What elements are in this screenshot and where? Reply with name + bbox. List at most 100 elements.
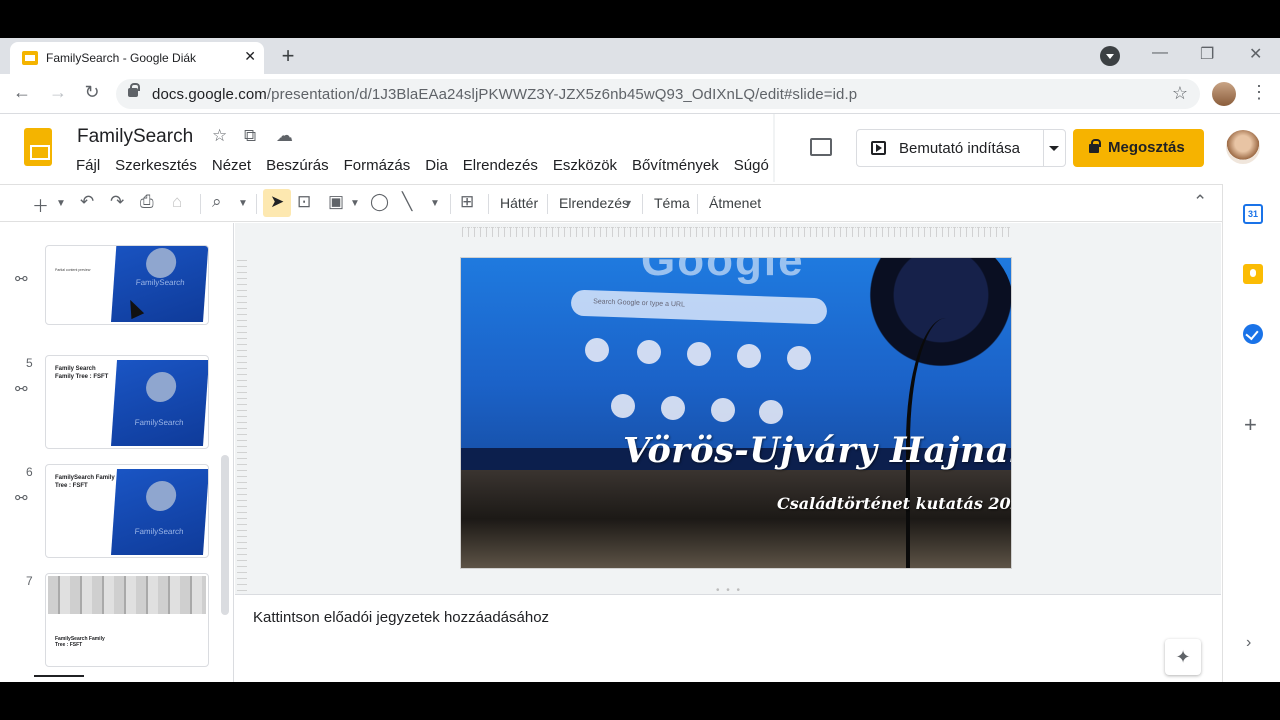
shortcut-icon <box>711 398 735 422</box>
slide-thumbnail-7[interactable]: FamilySearch Family Tree : FSFT <box>45 573 209 667</box>
slide-thumbnail-4[interactable]: Partial content preview FamilySearch <box>45 245 209 325</box>
menu-tools[interactable]: Eszközök <box>553 157 624 174</box>
slides-header: FamilySearch ☆ ⧉ ☁ Fájl Szerkesztés Néze… <box>0 114 1280 184</box>
menu-bar: Fájl Szerkesztés Nézet Beszúrás Formázás… <box>76 157 784 174</box>
slides-logo-icon[interactable] <box>24 128 52 166</box>
line-icon[interactable]: ╲ <box>402 192 412 212</box>
menu-edit[interactable]: Szerkesztés <box>115 157 204 174</box>
image-chevron-icon[interactable]: ▼ <box>350 198 360 209</box>
add-addon-icon[interactable]: + <box>1244 412 1257 438</box>
toolbar-divider <box>697 194 698 214</box>
keep-icon[interactable] <box>1243 264 1263 284</box>
tab-search-icon[interactable] <box>1100 46 1120 66</box>
editing-toolbar: ＋ ▼ ↶ ↷ ⎙ ⌂ ⌕ ▼ ➤ ⊡ ▣ ▼ ◯ ╲ ▼ ⊞ Háttér E… <box>0 184 1222 222</box>
star-icon[interactable]: ☆ <box>212 126 227 146</box>
shortcut-icon <box>759 400 783 424</box>
zoom-chevron-icon[interactable]: ▼ <box>238 198 248 209</box>
redo-icon[interactable]: ↷ <box>110 192 124 212</box>
slide-thumbnail-5[interactable]: Family Search Family Tree : FSFT FamilyS… <box>45 355 209 449</box>
present-options-chevron-icon[interactable] <box>1049 146 1059 151</box>
text-box-icon[interactable]: ⊡ <box>297 192 311 212</box>
layout-button[interactable]: Elrendezés <box>559 195 629 211</box>
back-icon[interactable]: ← <box>10 82 34 103</box>
profile-avatar[interactable] <box>1212 82 1236 106</box>
background-button[interactable]: Háttér <box>500 195 538 211</box>
toolbar-divider <box>642 194 643 214</box>
link-icon: ⚯ <box>15 271 28 288</box>
new-slide-icon[interactable]: ＋ <box>32 192 49 217</box>
tasks-icon[interactable] <box>1243 324 1263 344</box>
bookmark-star-icon[interactable]: ☆ <box>1172 83 1188 104</box>
add-comment-icon[interactable]: ⊞ <box>460 192 474 212</box>
search-bar-image: Search Google or type a URL <box>570 289 828 325</box>
reload-icon[interactable]: ↻ <box>80 82 104 103</box>
menu-file[interactable]: Fájl <box>76 157 107 174</box>
print-icon[interactable]: ⎙ <box>140 192 154 212</box>
menu-addons[interactable]: Bővítmények <box>632 157 726 174</box>
layout-chevron-icon[interactable]: ▼ <box>624 198 633 208</box>
menu-view[interactable]: Nézet <box>212 157 258 174</box>
vertical-ruler <box>237 260 247 604</box>
slide-thumbnail-6[interactable]: FamilySearch Family Tree : FSFT FamilySe… <box>45 464 209 558</box>
shortcut-icon <box>637 340 661 364</box>
filmstrip-scrollbar[interactable] <box>221 455 229 615</box>
theme-button[interactable]: Téma <box>654 195 690 211</box>
cloud-status-icon[interactable]: ☁ <box>276 126 293 146</box>
thumbnail-title: FamilySearch Family Tree : FSFT <box>55 475 115 489</box>
slide-number: 6 <box>26 465 33 479</box>
browser-menu-icon[interactable]: ⋮ <box>1250 82 1268 103</box>
minimize-icon[interactable]: — <box>1152 44 1168 62</box>
transition-button[interactable]: Átmenet <box>709 195 761 211</box>
new-tab-button[interactable]: + <box>274 43 302 71</box>
shortcut-icon <box>737 344 761 368</box>
menu-insert[interactable]: Beszúrás <box>266 157 336 174</box>
view-tab-indicator <box>34 675 84 677</box>
explore-button[interactable]: ✦ <box>1165 639 1201 675</box>
shape-icon[interactable]: ◯ <box>370 192 389 212</box>
paint-format-icon[interactable]: ⌂ <box>172 192 182 212</box>
expand-panel-icon[interactable]: › <box>1246 634 1251 652</box>
comment-history-icon[interactable] <box>810 138 832 156</box>
slides-favicon-icon <box>22 51 38 65</box>
browser-tab[interactable]: FamilySearch - Google Diák ✕ <box>10 42 264 74</box>
speaker-notes-placeholder[interactable]: Kattintson előadói jegyzetek hozzáadásáh… <box>253 609 549 626</box>
menu-slide[interactable]: Dia <box>425 157 455 174</box>
zoom-icon[interactable]: ⌕ <box>212 192 222 212</box>
browser-toolbar: ← → ↻ docs.google.com/presentation/d/1J3… <box>0 74 1280 114</box>
menu-arrange[interactable]: Elrendezés <box>463 157 545 174</box>
slide-subtitle[interactable]: Családtörténet kutatás 2021 <box>777 494 1011 513</box>
close-window-icon[interactable]: ✕ <box>1249 44 1262 64</box>
tab-strip: FamilySearch - Google Diák ✕ + — ❐ ✕ <box>0 38 1280 74</box>
restore-icon[interactable]: ❐ <box>1200 44 1214 64</box>
undo-icon[interactable]: ↶ <box>80 192 94 212</box>
toolbar-divider <box>547 194 548 214</box>
calendar-icon[interactable]: 31 <box>1243 204 1263 224</box>
move-folder-icon[interactable]: ⧉ <box>244 126 256 146</box>
image-icon[interactable]: ▣ <box>328 192 344 212</box>
shortcut-icon <box>787 346 811 370</box>
document-title[interactable]: FamilySearch <box>77 126 193 148</box>
shortcut-icon <box>611 394 635 418</box>
menu-format[interactable]: Formázás <box>344 157 418 174</box>
present-button[interactable]: Bemutató indítása <box>856 129 1066 167</box>
speaker-notes[interactable]: Kattintson előadói jegyzetek hozzáadásáh… <box>235 594 1221 682</box>
share-button[interactable]: Megosztás <box>1073 129 1204 167</box>
forward-icon[interactable]: → <box>46 82 70 103</box>
url-text[interactable]: docs.google.com/presentation/d/1J3BlaEAa… <box>152 86 857 103</box>
share-lock-icon <box>1089 139 1101 153</box>
line-chevron-icon[interactable]: ▼ <box>430 198 440 209</box>
present-divider <box>1043 130 1044 166</box>
close-tab-icon[interactable]: ✕ <box>244 48 256 65</box>
account-avatar[interactable] <box>1226 130 1260 164</box>
link-icon: ⚯ <box>15 490 28 507</box>
current-slide[interactable]: Google Search Google or type a URL Vörös… <box>461 258 1011 568</box>
browser-window: FamilySearch - Google Diák ✕ + — ❐ ✕ ← →… <box>0 38 1280 682</box>
menu-help[interactable]: Súgó <box>734 157 776 174</box>
address-bar[interactable]: docs.google.com/presentation/d/1J3BlaEAa… <box>116 79 1200 109</box>
select-tool-button[interactable]: ➤ <box>263 189 291 217</box>
collapse-toolbar-icon[interactable]: ⌃ <box>1193 192 1207 212</box>
slide-title[interactable]: Vörös-Ujváry Hajnalka <box>623 430 1011 471</box>
lock-icon <box>128 83 140 97</box>
toolbar-divider <box>488 194 489 214</box>
new-slide-chevron-icon[interactable]: ▼ <box>56 198 66 209</box>
